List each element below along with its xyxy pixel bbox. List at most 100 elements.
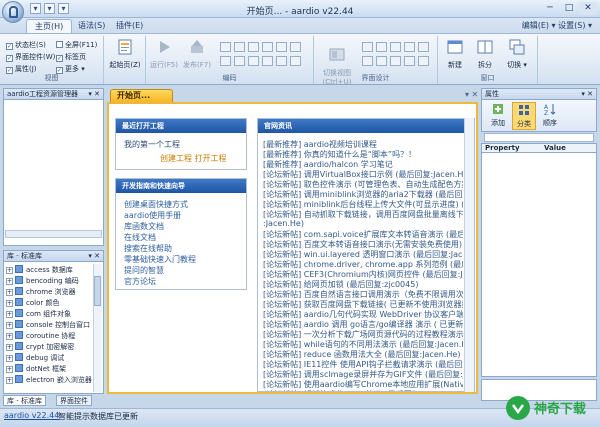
- tab-ui-controls[interactable]: 界面控件: [56, 395, 92, 406]
- redo-icon[interactable]: [276, 42, 287, 52]
- news-item[interactable]: :Jacen.He): [263, 219, 463, 228]
- center-form-icon[interactable]: [418, 56, 429, 66]
- guide-link[interactable]: 搜索在线帮助: [124, 243, 172, 254]
- switch-window-button[interactable]: 切换 ▾: [502, 38, 532, 70]
- group-code-label: 编码: [222, 74, 237, 82]
- maximize-button[interactable]: □: [560, 2, 578, 15]
- tab-home[interactable]: 主页(H): [26, 19, 73, 33]
- library-panel-pin[interactable]: ▾ ✕: [88, 251, 100, 261]
- sort-order-button[interactable]: AZ 顺序: [538, 102, 562, 128]
- v-space-icon[interactable]: [404, 56, 415, 66]
- same-height-icon[interactable]: [376, 56, 387, 66]
- project-explorer-panel: [3, 100, 104, 246]
- copy-icon[interactable]: [234, 42, 245, 52]
- library-item[interactable]: + bencoding 编码: [6, 276, 79, 287]
- library-item[interactable]: + color 颜色: [6, 298, 59, 309]
- document-close-button[interactable]: ▾ ✕: [465, 90, 478, 99]
- library-item[interactable]: + dotNet 框架: [6, 364, 66, 375]
- sort-icon: AZ: [544, 104, 556, 117]
- ribbon-tab-row: 主页(H) 语法(S) 插件(E) 编辑(E) ▾ 设置(S) ▾: [0, 18, 600, 33]
- align-right-icon[interactable]: [390, 42, 401, 52]
- uncomment-icon[interactable]: [262, 56, 273, 66]
- library-item[interactable]: + electron 嵌入浏览器: [6, 375, 92, 386]
- split-button[interactable]: 拆分: [472, 38, 498, 70]
- guide-link[interactable]: 库函数文档: [124, 221, 164, 232]
- bookmark-icon[interactable]: [290, 56, 301, 66]
- library-item[interactable]: + chrome 浏览器: [6, 287, 76, 298]
- library-item-icon: [15, 331, 23, 339]
- document-tab-start-page[interactable]: 开始页...: [110, 89, 173, 102]
- h-space-icon[interactable]: [390, 56, 401, 66]
- guide-link[interactable]: 提问的智慧: [124, 265, 164, 276]
- format-icon[interactable]: [276, 56, 287, 66]
- guide-link[interactable]: 零基础快速入门教程: [124, 254, 196, 265]
- cut-icon[interactable]: [220, 42, 231, 52]
- statusbar-checkbox[interactable]: ✓ 状态栏(S): [6, 40, 46, 50]
- tab-syntax[interactable]: 语法(S): [70, 19, 113, 33]
- news-vscrollbar[interactable]: [464, 118, 474, 392]
- fullscreen-checkbox[interactable]: 全屏(F11): [56, 40, 97, 50]
- tab-standard-library[interactable]: 库 - 标准库: [3, 395, 46, 406]
- align-bottom-icon[interactable]: [418, 42, 429, 52]
- minimize-button[interactable]: ─: [541, 2, 559, 15]
- categorized-button[interactable]: 分类: [512, 102, 536, 130]
- property-grid[interactable]: [481, 153, 597, 377]
- library-panel: + access 数据库 + bencoding 编码 + chrome 浏览器 + c…: [3, 262, 104, 394]
- watermark-text: 神奇下载: [534, 401, 586, 417]
- svg-text:Z: Z: [544, 110, 548, 116]
- library-item[interactable]: + crypt 加密解密: [6, 342, 74, 353]
- edit-settings-menus[interactable]: 编辑(E) ▾ 设置(S) ▾: [522, 20, 592, 31]
- indent-icon[interactable]: [220, 56, 231, 66]
- library-item[interactable]: + console 控制台窗口: [6, 320, 90, 331]
- paste-icon[interactable]: [248, 42, 259, 52]
- same-width-icon[interactable]: [362, 56, 373, 66]
- project-explorer-hscrollbar[interactable]: [5, 230, 102, 238]
- version-link[interactable]: aardio v22.44: [4, 411, 59, 420]
- align-center-icon[interactable]: [376, 42, 387, 52]
- news-item[interactable]: [论坛新帖] 解析格式化HTML演示 (最后回复:saturn88): [263, 389, 463, 391]
- guide-link[interactable]: 创建桌面快捷方式: [124, 199, 188, 210]
- toggle-view-button[interactable]: 切换视图 (Ctrl+U): [318, 38, 356, 94]
- guide-link[interactable]: 官方论坛: [124, 276, 156, 287]
- start-page-document: 最近打开工程 我的第一个工程 创建工程 打开工程 开发指南和快速向导 创建桌面快…: [107, 102, 478, 394]
- tabs-checkbox[interactable]: ✓ 标签页: [56, 52, 86, 62]
- run-button[interactable]: 运行(F5): [150, 38, 178, 70]
- guide-link[interactable]: aardio使用手册: [124, 210, 181, 221]
- outdent-icon[interactable]: [234, 56, 245, 66]
- tab-plugins[interactable]: 插件(E): [108, 19, 151, 33]
- add-property-button[interactable]: 添加: [486, 102, 510, 128]
- library-item[interactable]: + coroutine 协程: [6, 331, 75, 342]
- align-left-icon[interactable]: [362, 42, 373, 52]
- publish-button[interactable]: 发布(F7): [182, 38, 212, 70]
- library-scroll-thumb[interactable]: [94, 276, 101, 306]
- library-item-icon: [15, 320, 23, 328]
- library-item-icon: [15, 309, 23, 317]
- news-title: 官网资讯: [258, 119, 474, 133]
- library-item[interactable]: + debug 调试: [6, 353, 64, 364]
- comment-icon[interactable]: [248, 56, 259, 66]
- project-explorer-pin[interactable]: ▾ ✕: [88, 89, 100, 99]
- property-column-header: Property: [485, 144, 520, 152]
- run-icon: [160, 41, 170, 53]
- new-window-button[interactable]: 新建: [442, 38, 468, 70]
- undo-icon[interactable]: [262, 42, 273, 52]
- properties-title: 属性 ▾ ✕: [481, 88, 597, 100]
- guide-link[interactable]: 在线文档: [124, 232, 156, 243]
- close-button[interactable]: ✕: [579, 2, 597, 15]
- group-start: 起始页(Z): [104, 36, 146, 84]
- recent-project-link[interactable]: 我的第一个工程: [124, 139, 180, 150]
- properties-pin[interactable]: ▾ ✕: [581, 89, 593, 99]
- create-open-project-links[interactable]: 创建工程 打开工程: [160, 153, 227, 164]
- project-explorer-title: aardio工程资源管理器 ▾ ✕: [3, 88, 104, 100]
- object-selector[interactable]: [484, 133, 594, 142]
- app-menu-button[interactable]: [2, 1, 24, 23]
- start-page-button[interactable]: 起始页(Z): [106, 38, 144, 70]
- ui-controls-checkbox[interactable]: ✓ 界面控件(W): [6, 52, 55, 62]
- library-item-icon: [15, 364, 23, 372]
- library-item[interactable]: + com 组件对象: [6, 309, 71, 320]
- group-design-label: 界面设计: [361, 74, 390, 82]
- library-item[interactable]: + access 数据库: [6, 265, 73, 276]
- find-icon[interactable]: [290, 42, 301, 52]
- align-top-icon[interactable]: [404, 42, 415, 52]
- status-message: 智能提示数据库已更新: [58, 412, 138, 421]
